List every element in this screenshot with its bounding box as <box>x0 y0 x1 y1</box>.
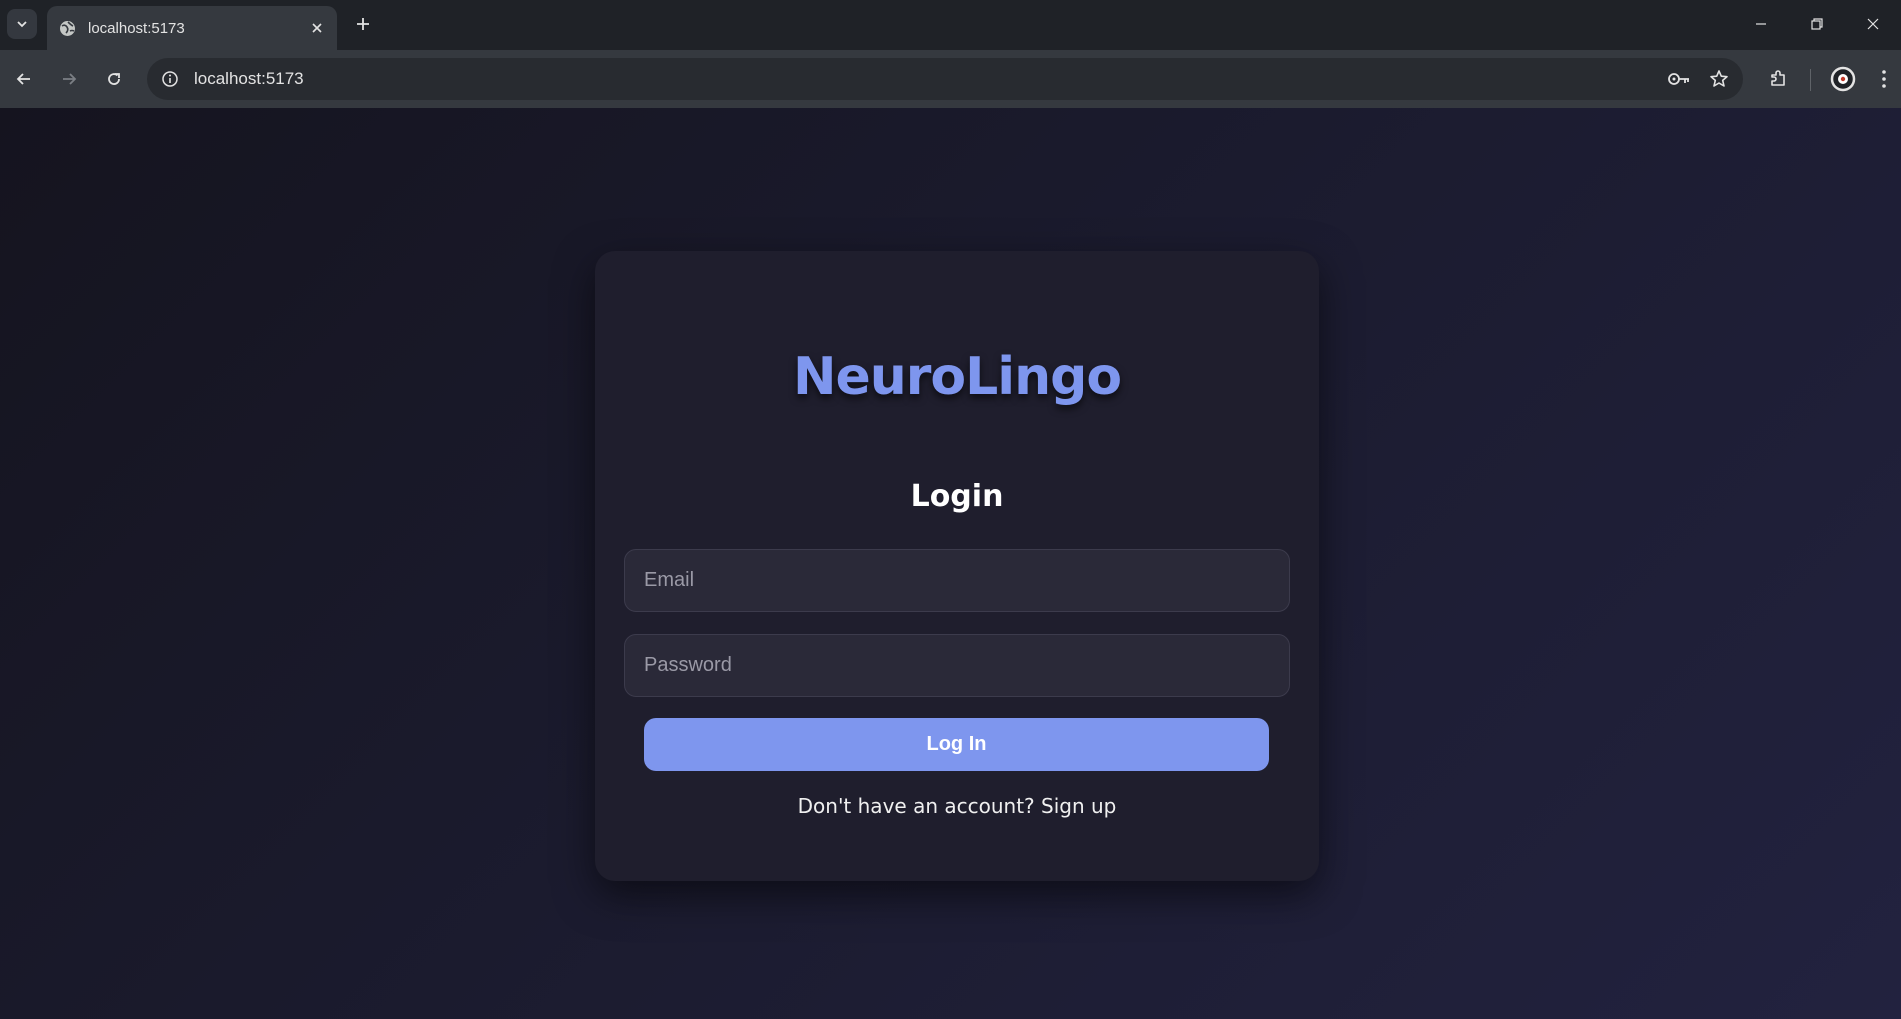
close-icon[interactable] <box>305 16 329 40</box>
star-icon[interactable] <box>1703 63 1735 95</box>
login-button[interactable]: Log In <box>644 718 1269 771</box>
minimize-icon <box>1756 23 1766 25</box>
restore-icon <box>1811 18 1823 30</box>
back-arrow-icon <box>16 73 30 85</box>
page-background: NeuroLingo Login Log In Don't have an ac… <box>0 108 1901 1019</box>
close-window-button[interactable] <box>1845 0 1901 48</box>
signup-link[interactable]: Sign up <box>1041 794 1116 818</box>
tab-search-button[interactable] <box>7 9 37 39</box>
back-button[interactable] <box>8 63 40 95</box>
key-icon[interactable] <box>1663 63 1695 95</box>
toolbar-separator <box>1810 69 1811 91</box>
reload-icon <box>108 73 120 85</box>
address-url[interactable]: localhost:5173 <box>194 69 1663 89</box>
globe-icon <box>59 20 76 37</box>
avatar-icon <box>1830 66 1856 92</box>
menu-button[interactable] <box>1872 63 1896 95</box>
login-heading: Login <box>910 479 1004 514</box>
brand-title: NeuroLingo <box>792 347 1122 407</box>
chevron-down-icon <box>17 21 27 28</box>
tab-title: localhost:5173 <box>88 19 185 37</box>
login-card: NeuroLingo Login Log In Don't have an ac… <box>595 251 1319 881</box>
puzzle-icon <box>1771 70 1785 86</box>
new-tab-button[interactable] <box>350 11 376 37</box>
close-icon <box>1867 18 1879 30</box>
address-bar[interactable]: localhost:5173 <box>147 58 1743 100</box>
password-field[interactable] <box>624 634 1290 697</box>
forward-button[interactable] <box>53 63 85 95</box>
browser-tab[interactable]: localhost:5173 <box>47 6 337 50</box>
browser-toolbar: localhost:5173 <box>0 50 1901 108</box>
plus-icon <box>357 18 369 30</box>
signup-prompt: Don't have an account? Sign up <box>595 794 1319 818</box>
browser-chrome: localhost:5173 localhost:5173 <box>0 0 1901 108</box>
reload-button[interactable] <box>98 63 130 95</box>
minimize-button[interactable] <box>1733 0 1789 48</box>
window-controls <box>1733 0 1901 48</box>
info-icon[interactable] <box>158 67 182 91</box>
tab-strip: localhost:5173 <box>0 0 1901 50</box>
kebab-menu-icon <box>1882 70 1886 88</box>
forward-arrow-icon <box>63 73 77 85</box>
extensions-button[interactable] <box>1762 63 1794 95</box>
restore-button[interactable] <box>1789 0 1845 48</box>
signup-prompt-text: Don't have an account? <box>797 794 1035 818</box>
profile-button[interactable] <box>1827 63 1859 95</box>
email-field[interactable] <box>624 549 1290 612</box>
